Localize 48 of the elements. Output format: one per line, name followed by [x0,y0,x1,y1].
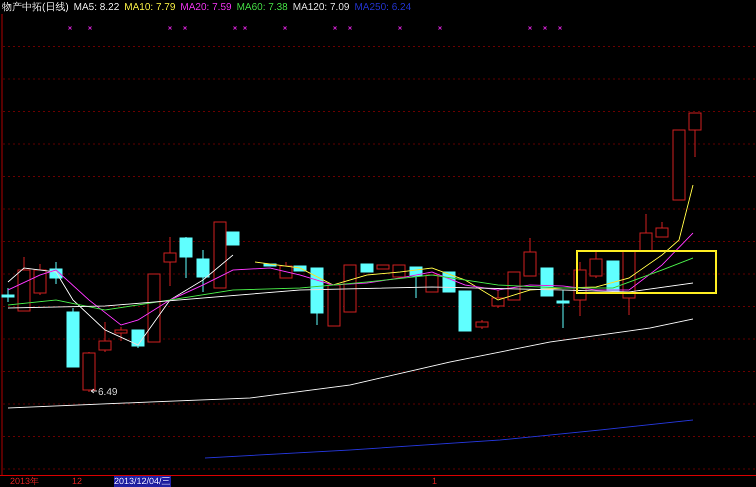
candlestick [492,290,504,308]
candlestick [656,222,668,238]
candlestick [524,238,536,276]
low-price-label: 6.49 [98,387,118,398]
candlestick [392,264,406,278]
moving-average-legend: MA250: 6.24 [354,2,412,12]
candlestick [164,236,176,286]
candlestick [148,274,160,342]
moving-average-legend: MA5: 8.22 [74,2,120,12]
candlestick [606,260,620,292]
candlestick [98,322,112,352]
candlestick [328,284,340,326]
candlestick [82,352,96,392]
date-axis-label: 12 [72,476,82,487]
low-price-arrow-icon [90,388,98,394]
date-axis-label: 1 [432,476,438,487]
stock-title: 物产中拓(日线) [2,0,69,14]
candlestick [50,262,62,284]
moving-average-legend: MA10: 7.79 [124,2,176,12]
candlestick [34,264,46,296]
candlestick [344,264,356,312]
moving-average-legend: MA20: 7.59 [180,2,232,12]
date-axis-label: 2013年 [10,476,40,487]
candlestick [590,252,602,278]
candlestick [556,290,570,328]
candlestick [2,288,14,302]
candlestick [114,326,128,342]
candlestick [476,320,488,330]
candlestick [410,266,422,298]
candlestick [640,214,652,252]
moving-average-legend: MA60: 7.38 [236,2,288,12]
moving-average-legend: MA120: 7.09 [292,2,350,12]
candlestick [310,268,324,326]
candlestick [196,250,210,292]
candlestick [672,130,686,200]
candlestick [180,236,192,278]
candlestick [264,264,276,266]
candlestick [574,262,586,316]
candlestick [18,256,30,312]
candlestick [132,330,144,348]
candlestick [688,112,702,158]
candlestick [66,308,80,368]
date-axis-label: 2013/12/04/三 [114,476,171,487]
candlestick [458,290,472,332]
candlestick [426,274,438,292]
candlestick [360,264,374,272]
candlestick [540,268,554,296]
candlestick [376,264,390,270]
